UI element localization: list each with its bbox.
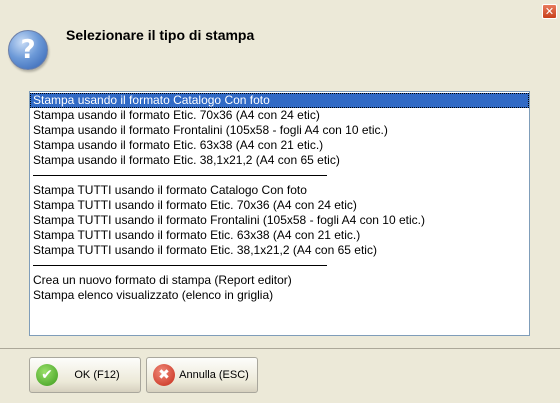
dialog-title: Selezionare il tipo di stampa xyxy=(66,27,255,43)
cancel-icon: ✖ xyxy=(153,364,175,386)
ok-button[interactable]: ✔ OK (F12) xyxy=(29,357,141,393)
list-item[interactable]: Stampa usando il formato Etic. 70x36 (A4… xyxy=(30,108,529,123)
list-item[interactable]: Stampa usando il formato Frontalini (105… xyxy=(30,123,529,138)
question-icon: ? xyxy=(8,30,48,70)
list-item[interactable]: Crea un nuovo formato di stampa (Report … xyxy=(30,273,529,288)
cancel-button-label: Annulla (ESC) xyxy=(179,369,249,381)
list-item[interactable]: Stampa TUTTI usando il formato Etic. 38,… xyxy=(30,243,529,258)
list-item[interactable]: Stampa usando il formato Catalogo Con fo… xyxy=(30,93,529,108)
list-item[interactable]: Stampa TUTTI usando il formato Frontalin… xyxy=(30,213,529,228)
check-icon: ✔ xyxy=(36,364,58,386)
divider xyxy=(0,348,560,349)
ok-button-label: OK (F12) xyxy=(74,369,120,381)
list-separator xyxy=(30,168,529,183)
list-item[interactable]: Stampa usando il formato Etic. 63x38 (A4… xyxy=(30,138,529,153)
list-item[interactable]: Stampa TUTTI usando il formato Catalogo … xyxy=(30,183,529,198)
cancel-button[interactable]: ✖ Annulla (ESC) xyxy=(146,357,258,393)
close-icon[interactable]: ✕ xyxy=(542,4,557,19)
print-format-list[interactable]: Stampa usando il formato Catalogo Con fo… xyxy=(29,91,530,336)
list-separator xyxy=(30,258,529,273)
list-item[interactable]: Stampa usando il formato Etic. 38,1x21,2… xyxy=(30,153,529,168)
list-item[interactable]: Stampa elenco visualizzato (elenco in gr… xyxy=(30,288,529,303)
list-item[interactable]: Stampa TUTTI usando il formato Etic. 70x… xyxy=(30,198,529,213)
print-type-dialog: ✕ ? Selezionare il tipo di stampa Stampa… xyxy=(0,0,560,403)
list-item[interactable]: Stampa TUTTI usando il formato Etic. 63x… xyxy=(30,228,529,243)
